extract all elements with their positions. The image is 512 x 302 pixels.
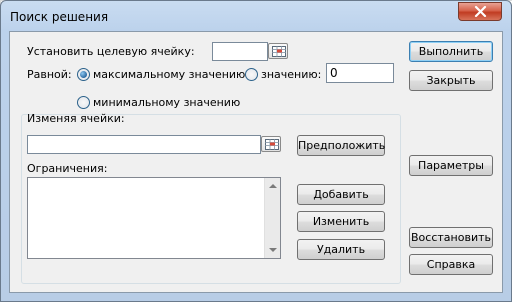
- radio-min-label[interactable]: минимальному значению: [93, 96, 240, 109]
- scroll-down-arrow-icon[interactable]: [265, 242, 281, 258]
- delete-constraint-button[interactable]: Удалить: [297, 239, 385, 260]
- add-constraint-button[interactable]: Добавить: [297, 184, 385, 205]
- target-cell-label: Установить целевую ячейку:: [27, 45, 195, 58]
- constraints-label: Ограничения:: [27, 162, 108, 175]
- help-button[interactable]: Справка: [409, 254, 493, 275]
- radio-value-label[interactable]: значению:: [261, 68, 321, 81]
- changing-cells-ref-button[interactable]: [261, 136, 281, 152]
- radio-value[interactable]: [245, 68, 258, 81]
- solver-dialog: Поиск решения Установить целевую ячейку:…: [0, 0, 512, 302]
- guess-button[interactable]: Предположить: [297, 135, 385, 156]
- reset-all-button[interactable]: Восстановить: [409, 227, 493, 248]
- target-cell-label-text: Установить целевую ячейку:: [27, 45, 195, 58]
- options-button[interactable]: Параметры: [409, 155, 493, 176]
- radio-min[interactable]: [77, 96, 90, 109]
- title-bar: Поиск решения: [1, 1, 511, 31]
- scroll-up-arrow-icon[interactable]: [265, 178, 281, 194]
- run-button[interactable]: Выполнить: [409, 41, 493, 62]
- equal-to-label: Равной:: [27, 68, 72, 81]
- constraints-scrollbar[interactable]: [264, 178, 280, 258]
- target-cell-ref-button[interactable]: [268, 43, 288, 59]
- dialog-client-area: Установить целевую ячейку: Равной: макси…: [9, 31, 503, 293]
- radio-max[interactable]: [77, 68, 90, 81]
- changing-cells-label: Изменяя ячейки:: [27, 112, 125, 125]
- radio-max-label[interactable]: максимальному значению: [93, 68, 245, 81]
- close-x-icon: [474, 6, 487, 17]
- radio-selected-dot: [80, 71, 87, 78]
- target-cell-input[interactable]: [212, 42, 268, 61]
- close-button[interactable]: Закрыть: [409, 70, 493, 91]
- changing-cells-input[interactable]: [27, 135, 261, 154]
- change-constraint-button[interactable]: Изменить: [297, 211, 385, 232]
- close-window-button[interactable]: [458, 2, 502, 21]
- constraints-list[interactable]: [27, 177, 281, 259]
- range-select-icon: [265, 139, 279, 150]
- range-select-icon: [272, 46, 286, 57]
- window-title: Поиск решения: [10, 10, 109, 24]
- value-of-input[interactable]: 0: [326, 63, 394, 83]
